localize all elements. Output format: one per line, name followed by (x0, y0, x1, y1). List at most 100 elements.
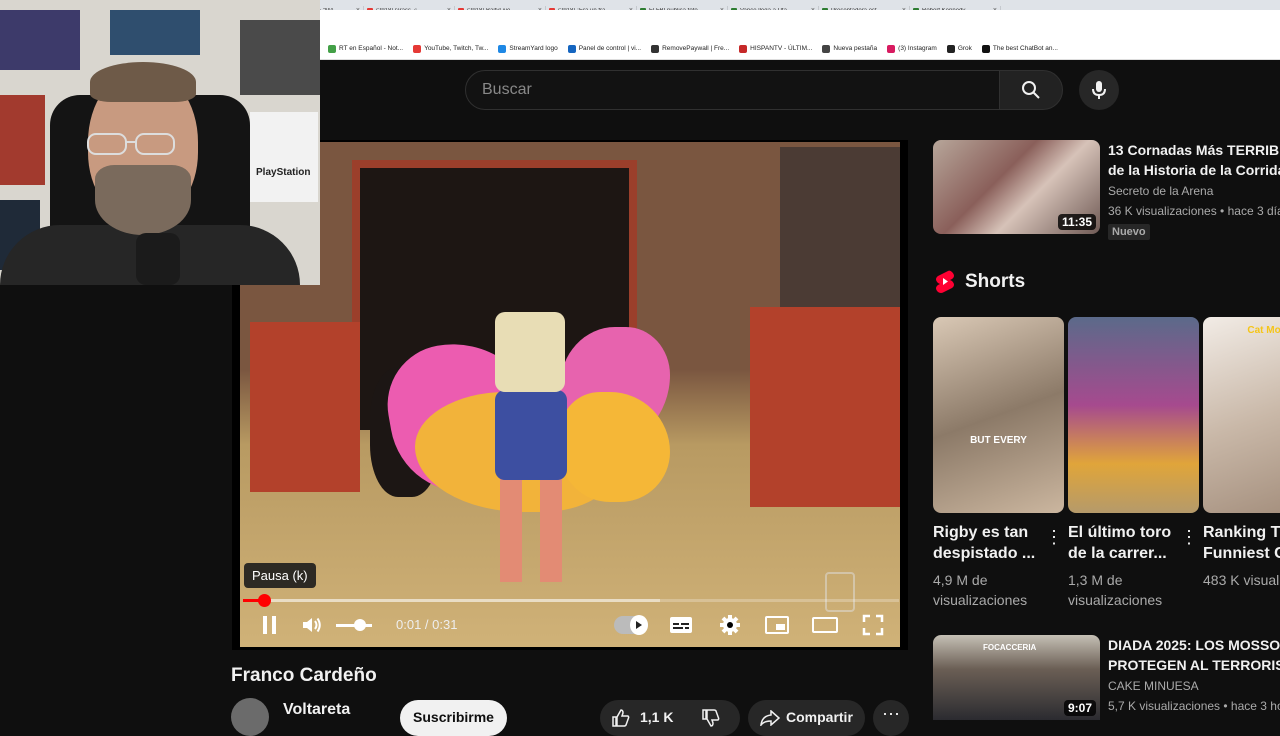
thumbnail-text: FOCACCERIA (983, 643, 1037, 652)
search-button[interactable] (999, 70, 1063, 110)
bookmark-favicon-icon (739, 44, 748, 53)
bookmark-favicon-icon (887, 44, 896, 53)
subtitles-icon (670, 617, 692, 633)
shorts-header: Shorts (935, 270, 1025, 294)
webcam-overlay: PlayStation (0, 0, 320, 285)
video-metadata: 36 K visualizaciones • hace 3 día (1108, 204, 1280, 218)
console-box-label: PlayStation (256, 167, 311, 178)
title-line: DIADA 2025: LOS MOSSOS (1108, 637, 1280, 653)
bookmark-label: YouTube, Twitch, Tw... (424, 45, 489, 52)
short-thumbnail[interactable]: BUT EVERY (933, 317, 1064, 513)
bookmark-favicon-icon (946, 44, 955, 53)
more-options-icon[interactable]: ⋮ (1045, 527, 1063, 548)
search-input[interactable]: Buscar (465, 70, 1000, 110)
bookmark-item[interactable]: Nueva pestaña (822, 44, 878, 53)
scrubber-handle[interactable] (257, 594, 271, 607)
video-thumbnail[interactable]: FOCACCERIA 9:07 (933, 635, 1100, 720)
bookmark-label: RemovePaywall | Fre... (662, 45, 730, 52)
settings-button[interactable] (717, 613, 743, 637)
glasses-icon (87, 133, 175, 155)
bookmark-favicon-icon (981, 44, 990, 53)
short-views: 483 K visualizacione (1203, 572, 1280, 588)
bookmark-favicon-icon (498, 44, 507, 53)
pause-button[interactable] (256, 613, 284, 637)
recommendation-title[interactable]: 13 Cornadas Más TERRIBLE de la Historia … (1108, 140, 1280, 180)
recommended-video[interactable]: 11:35 13 Cornadas Más TERRIBLE de la His… (933, 140, 1280, 250)
video-player[interactable] (232, 140, 908, 650)
bookmark-item[interactable]: RemovePaywall | Fre... (651, 44, 730, 53)
short-views: 1,3 M de visualizaciones (1068, 572, 1163, 608)
bookmark-label: (3) Instagram (898, 45, 937, 52)
fullscreen-icon (862, 614, 884, 636)
bookmark-item[interactable]: (3) Instagram (887, 44, 937, 53)
player-tooltip: Pausa (k) (244, 563, 316, 588)
crowd (780, 147, 900, 307)
duration-badge: 11:35 (1057, 214, 1096, 230)
streamer-hair (90, 62, 196, 102)
shelf-item (0, 95, 45, 185)
pause-icon (263, 616, 276, 634)
theater-mode-button[interactable] (811, 613, 839, 637)
console-box (250, 112, 318, 202)
new-badge: Nuevo (1108, 224, 1150, 240)
volume-icon (303, 617, 321, 633)
short-thumbnail[interactable]: Cat Mom (1203, 317, 1280, 513)
shorts-icon (936, 270, 954, 293)
short-title[interactable]: Ranking The Funniest C (1203, 522, 1280, 564)
share-label: Compartir (786, 709, 853, 725)
channel-name[interactable]: Secreto de la Arena (1108, 184, 1213, 198)
bookmark-label: The best ChatBot an... (992, 45, 1058, 52)
short-caption: Cat Mom (1247, 325, 1280, 336)
bookmark-item[interactable]: Panel de control | vi... (567, 44, 641, 53)
duration-badge: 9:07 (1063, 700, 1096, 716)
bookmark-label: Nueva pestaña (833, 45, 878, 52)
play-icon (636, 621, 642, 629)
more-options-icon[interactable]: ⋮ (1180, 527, 1198, 548)
subscribe-button[interactable]: Suscribirme (400, 700, 507, 736)
subtitles-button[interactable] (668, 613, 694, 637)
streamer-beard (95, 165, 191, 235)
channel-name[interactable]: Voltareta (283, 701, 350, 719)
bookmark-item[interactable]: HISPANTV - ÚLTIM... (739, 44, 813, 53)
short-views: 4,9 M de visualizaciones (933, 572, 1028, 608)
bookmark-item[interactable]: RT en Español - Not... (328, 44, 403, 53)
bookmark-favicon-icon (822, 44, 831, 53)
video-thumbnail[interactable]: 11:35 (933, 140, 1100, 234)
bookmark-item[interactable]: Grok (946, 44, 972, 53)
channel-avatar[interactable] (231, 698, 269, 736)
short-title[interactable]: Rigby es tan despistado ... (933, 522, 1048, 564)
bookmark-item[interactable]: StreamYard logo (498, 44, 558, 53)
search-icon (1022, 81, 1040, 99)
autoplay-toggle-knob[interactable] (630, 615, 648, 635)
matador (495, 390, 567, 480)
voice-search-button[interactable] (1079, 70, 1119, 110)
matador-leg (500, 462, 522, 582)
short-title[interactable]: El último toro de la carrer... (1068, 522, 1183, 564)
bookmark-label: Grok (957, 45, 972, 52)
shelf-item (0, 10, 80, 70)
matador-leg (540, 462, 562, 582)
channel-watermark (825, 572, 855, 612)
matador (495, 312, 565, 392)
recommended-video[interactable]: FOCACCERIA 9:07 DIADA 2025: LOS MOSSOS P… (933, 635, 1280, 720)
microphone (136, 233, 180, 285)
bookmark-item[interactable]: YouTube, Twitch, Tw... (413, 44, 489, 53)
bookmark-label: HISPANTV - ÚLTIM... (750, 45, 813, 52)
arena-barrier (250, 322, 360, 492)
miniplayer-icon (765, 616, 789, 634)
share-icon (760, 710, 780, 726)
recommendation-title[interactable]: DIADA 2025: LOS MOSSOS PROTEGEN AL TERRO… (1108, 635, 1280, 675)
progress-bar[interactable] (243, 599, 899, 602)
miniplayer-button[interactable] (764, 613, 790, 637)
volume-slider-knob[interactable] (354, 619, 367, 631)
bookmark-item[interactable]: The best ChatBot an... (981, 44, 1058, 53)
bookmark-favicon-icon (413, 44, 422, 53)
title-line: de la Historia de la Corrida d (1108, 162, 1280, 178)
mute-button[interactable] (300, 613, 324, 637)
channel-name[interactable]: CAKE MINUESA (1108, 679, 1199, 693)
short-thumbnail[interactable] (1068, 317, 1199, 513)
more-actions-button[interactable]: ⋯ (873, 700, 909, 736)
title-line: 13 Cornadas Más TERRIBLE (1108, 142, 1280, 158)
fullscreen-button[interactable] (860, 613, 886, 637)
shelf-item (240, 20, 320, 95)
